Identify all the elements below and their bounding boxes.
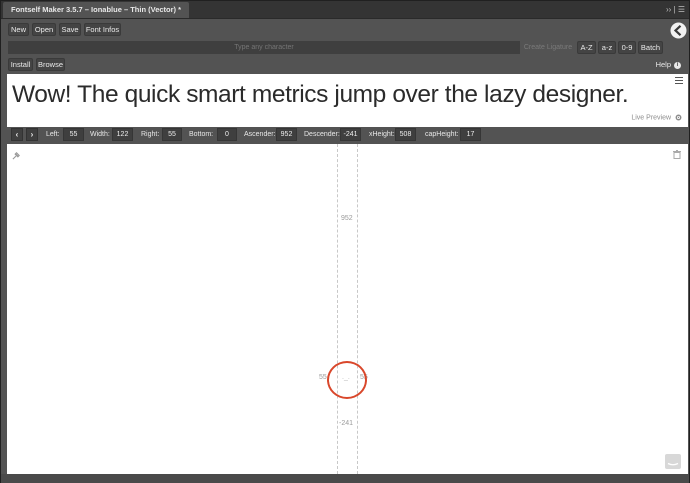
xheight-field[interactable]: 508 [395, 128, 416, 141]
bottom-field[interactable]: 0 [217, 128, 237, 141]
chat-icon[interactable] [665, 454, 681, 469]
left-sidebearing-guide [337, 144, 338, 474]
batch-button[interactable]: Batch [638, 41, 663, 54]
capheight-field[interactable]: 17 [460, 128, 481, 141]
xheight-label: xHeight: [369, 131, 395, 138]
right-sidebearing-guide [357, 144, 358, 474]
left-bearing-marker: 55 [319, 374, 327, 381]
panel-menu-controls[interactable]: ›› | ☰ [666, 1, 685, 18]
descender-marker: -241 [339, 420, 354, 427]
panel-footer [1, 474, 689, 483]
bottom-label: Bottom: [189, 131, 214, 138]
trash-icon[interactable] [673, 150, 681, 159]
live-preview-label: Live Preview [631, 114, 672, 122]
gear-icon [675, 114, 682, 121]
digits-button[interactable]: 0-9 [618, 41, 636, 54]
width-label: Width: [90, 131, 110, 138]
new-button[interactable]: New [8, 23, 29, 36]
ascender-field[interactable]: 952 [276, 128, 297, 141]
uppercase-az-button[interactable]: A-Z [577, 41, 596, 54]
save-button[interactable]: Save [59, 23, 81, 36]
help-label: Help [655, 60, 671, 69]
character-input[interactable] [8, 41, 520, 54]
descender-field[interactable]: -241 [340, 128, 361, 141]
live-preview-toggle[interactable]: Live Preview [631, 114, 682, 121]
lowercase-az-button[interactable]: a-z [598, 41, 616, 54]
hamburger-menu-icon[interactable] [675, 77, 683, 84]
preview-text: Wow! The quick smart metrics jump over t… [12, 81, 629, 108]
width-field[interactable]: 122 [112, 128, 133, 141]
panel-tab-title[interactable]: Fontself Maker 3.5.7 – Ionablue – Thin (… [3, 2, 190, 18]
open-button[interactable]: Open [32, 23, 56, 36]
glyph-editor-canvas[interactable]: 952 -241 55 55 ._. [7, 144, 688, 474]
live-preview-area[interactable]: Wow! The quick smart metrics jump over t… [7, 74, 688, 127]
metrics-bar: ‹ › Left: 55 Width: 122 Right: 55 Bottom… [7, 127, 688, 144]
panel-tab-bar: Fontself Maker 3.5.7 – Ionablue – Thin (… [1, 1, 689, 19]
install-button[interactable]: Install [8, 58, 33, 71]
create-ligature-button[interactable]: Create Ligature [522, 41, 574, 54]
previous-glyph-button[interactable]: ‹ [11, 128, 23, 141]
left-bearing-label: Left: [46, 131, 60, 138]
right-bearing-label: Right: [141, 131, 160, 138]
highlight-circle [327, 361, 367, 399]
help-button[interactable]: Help i [656, 59, 681, 71]
fontself-logo-icon[interactable] [670, 22, 687, 39]
info-icon: i [674, 61, 681, 69]
descender-label: Descender: [304, 131, 340, 138]
capheight-label: capHeight: [425, 131, 459, 138]
left-bearing-field[interactable]: 55 [63, 128, 84, 141]
ascender-label: Ascender: [244, 131, 276, 138]
app-window: Fontself Maker 3.5.7 – Ionablue – Thin (… [0, 0, 690, 483]
font-infos-button[interactable]: Font Infos [84, 23, 121, 36]
pin-icon[interactable] [12, 151, 21, 160]
right-bearing-field[interactable]: 55 [162, 128, 182, 141]
browse-button[interactable]: Browse [36, 58, 65, 71]
next-glyph-button[interactable]: › [26, 128, 38, 141]
ascender-marker: 952 [341, 215, 353, 222]
